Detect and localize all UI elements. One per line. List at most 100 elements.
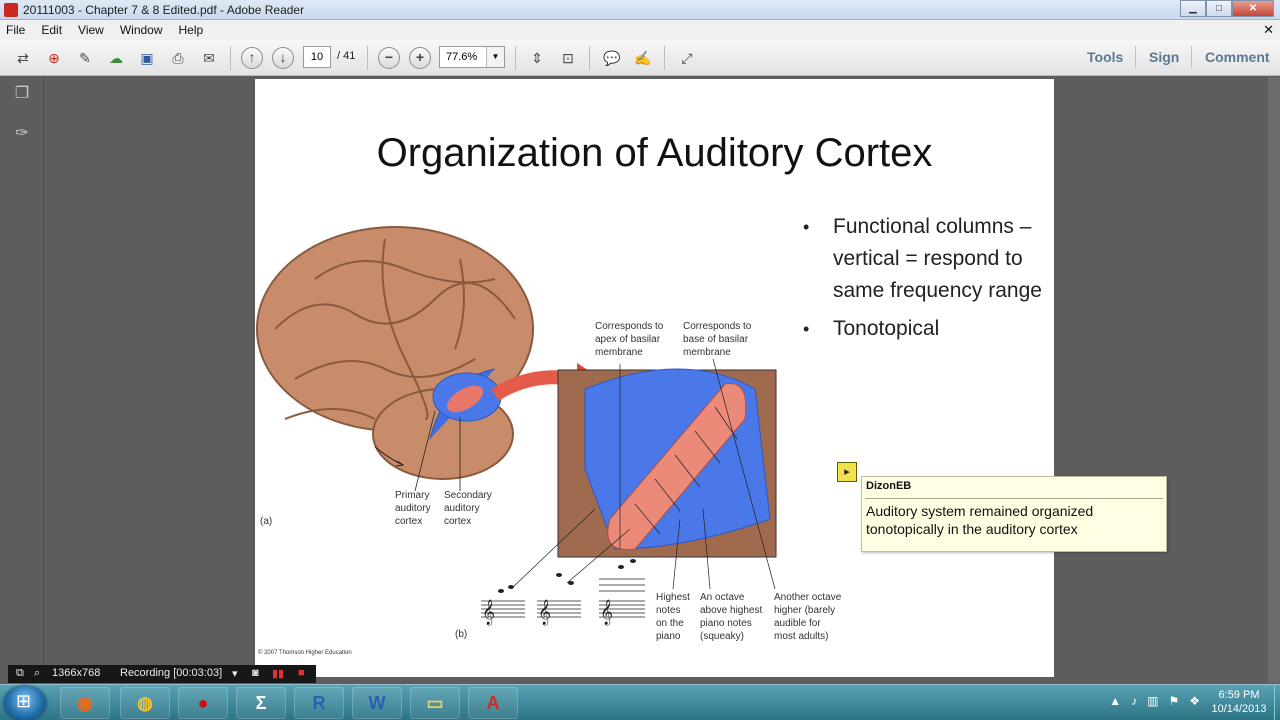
label-line: Corresponds to — [683, 321, 752, 332]
close-document-icon[interactable]: ✕ — [1263, 22, 1274, 38]
highlight-text-icon[interactable]: ✍ — [632, 48, 654, 68]
close-button[interactable]: ✕ — [1232, 0, 1274, 17]
upload-cloud-icon[interactable]: ☁ — [105, 48, 127, 68]
word-icon[interactable]: W — [352, 687, 402, 719]
zoom-select[interactable]: 77.6% ▼ — [439, 46, 505, 68]
print-icon[interactable]: ⎙ — [167, 48, 189, 68]
email-icon[interactable]: ✉ — [198, 48, 220, 68]
music-staffs — [481, 578, 645, 618]
label-line: piano notes — [700, 618, 752, 629]
highest-notes-label: Highest notes on the piano — [656, 591, 690, 643]
minimize-button[interactable]: ▁ — [1180, 0, 1206, 17]
label-line: Primary — [395, 490, 430, 501]
r-app-icon[interactable]: R — [294, 687, 344, 719]
menu-edit[interactable]: Edit — [41, 23, 62, 37]
label-line: cortex — [444, 516, 472, 527]
comment-divider — [865, 498, 1163, 499]
label-line: notes — [656, 605, 681, 616]
create-pdf-icon[interactable]: ⇄ — [12, 48, 34, 68]
figure-label-a: (a) — [260, 516, 273, 527]
save-icon[interactable]: ▣ — [136, 48, 158, 68]
adobe-reader-icon — [4, 3, 18, 17]
maximize-button[interactable]: □ — [1206, 0, 1232, 17]
apex-label: Corresponds to apex of basilar membrane — [595, 320, 663, 359]
recorder-window-icon[interactable]: ⧉ — [16, 667, 24, 680]
window-title: 20111003 - Chapter 7 & 8 Edited.pdf - Ad… — [23, 3, 305, 17]
pause-icon[interactable]: ▮▮ — [272, 667, 284, 680]
firefox-icon[interactable]: ◉ — [60, 687, 110, 719]
page-number-input[interactable]: 10 — [303, 46, 331, 68]
svg-text:𝄞: 𝄞 — [482, 599, 495, 625]
math-app-icon[interactable]: Σ — [236, 687, 286, 719]
sign-button[interactable]: Sign — [1149, 49, 1179, 65]
brain-illustration: 𝄞 𝄞 𝄞 — [256, 226, 777, 625]
folder-icon[interactable]: ▭ — [410, 687, 460, 719]
fit-page-icon[interactable]: ⇕ — [526, 48, 548, 68]
zoom-value: 77.6% — [446, 51, 478, 63]
flag-icon[interactable]: ⚑ — [1168, 694, 1179, 708]
toolbar-divider — [1191, 46, 1192, 68]
volume-icon[interactable]: ♪ — [1131, 694, 1137, 708]
toolbar-divider — [664, 46, 665, 70]
menu-help[interactable]: Help — [179, 23, 204, 37]
page-thumbnails-icon[interactable]: ❐ — [12, 83, 32, 105]
svg-text:𝄞: 𝄞 — [600, 599, 613, 625]
octave-above-label: An octave above highest piano notes (squ… — [700, 591, 762, 643]
brain-drawing — [256, 226, 534, 492]
vertical-scrollbar[interactable] — [1268, 77, 1280, 683]
recorder-zoom-icon[interactable]: ⌕ — [34, 667, 40, 680]
clock-time: 6:59 PM — [1218, 689, 1260, 701]
chrome-icon[interactable]: ◍ — [120, 687, 170, 719]
auditory-cortex-figure: 𝄞 𝄞 𝄞 (a) (b) Primary auditory cortex Se… — [255, 219, 855, 659]
adobe-taskbar-icon[interactable]: A — [468, 687, 518, 719]
tray-expand-icon[interactable]: ▲ — [1109, 694, 1121, 708]
comment-popup[interactable]: DizonEB Auditory system remained organiz… — [861, 476, 1167, 552]
tools-button[interactable]: Tools — [1087, 49, 1123, 65]
music-notes: 𝄞 𝄞 𝄞 — [482, 559, 636, 625]
label-line: Another octave — [774, 592, 842, 603]
toolbar-divider — [230, 46, 231, 70]
menu-file[interactable]: File — [6, 23, 25, 37]
network-icon[interactable]: ▥ — [1147, 694, 1158, 708]
toolbar-divider — [367, 46, 368, 70]
combine-icon[interactable]: ⊕ — [43, 48, 65, 68]
taskbar: ◉ ◍ ● Σ R W ▭ A ▲ ♪ ▥ ⚑ ❖ 6:59 PM 10/14/… — [0, 684, 1280, 720]
recorder-dropdown-icon[interactable]: ▾ — [232, 667, 238, 680]
menu-window[interactable]: Window — [120, 23, 163, 37]
base-label: Corresponds to base of basilar membrane — [683, 320, 751, 359]
attachments-icon[interactable]: ✑ — [12, 123, 32, 145]
label-line: audible for — [774, 618, 821, 629]
navigation-pane: ❐ ✑ — [0, 77, 44, 683]
chevron-down-icon[interactable]: ▼ — [486, 47, 504, 67]
dropbox-icon[interactable]: ❖ — [1189, 694, 1200, 708]
start-button[interactable] — [4, 686, 46, 720]
fit-width-icon[interactable]: ⊡ — [557, 48, 579, 68]
svg-text:𝄞: 𝄞 — [538, 599, 551, 625]
comment-text[interactable]: Auditory system remained organized tonot… — [866, 502, 1156, 538]
window-controls: ▁ □ ✕ — [1180, 0, 1274, 17]
sticky-note-icon[interactable]: 💬 — [601, 48, 623, 68]
zoom-out-icon[interactable]: − — [378, 47, 400, 69]
stop-icon[interactable]: ■ — [298, 667, 305, 679]
camera-icon[interactable]: ◙ — [252, 667, 259, 679]
recorder-status: Recording [00:03:03] — [120, 667, 223, 679]
comment-button[interactable]: Comment — [1205, 49, 1270, 65]
figure-label-b: (b) — [455, 629, 468, 640]
previous-page-icon[interactable]: ↑ — [241, 47, 263, 69]
edit-icon[interactable]: ✎ — [74, 48, 96, 68]
label-line: Corresponds to — [595, 321, 664, 332]
fullscreen-icon[interactable]: ⤢ — [676, 48, 698, 68]
clock-date: 10/14/2013 — [1211, 703, 1267, 715]
recorder-app-icon[interactable]: ● — [178, 687, 228, 719]
page-total: / 41 — [337, 50, 356, 62]
label-line: on the — [656, 618, 684, 629]
label-line: Highest — [656, 592, 690, 603]
clock[interactable]: 6:59 PM 10/14/2013 — [1206, 688, 1272, 716]
next-page-icon[interactable]: ↓ — [272, 47, 294, 69]
secondary-cortex-label: Secondary auditory cortex — [444, 489, 492, 528]
screen-recorder-bar: ⧉ ⌕ 1366x768 Recording [00:03:03] ▾ ◙ ▮▮… — [8, 665, 316, 683]
zoom-in-icon[interactable]: + — [409, 47, 431, 69]
comment-note-icon[interactable]: ▸ — [837, 462, 857, 482]
menu-view[interactable]: View — [78, 23, 104, 37]
show-desktop-button[interactable] — [1274, 685, 1280, 720]
